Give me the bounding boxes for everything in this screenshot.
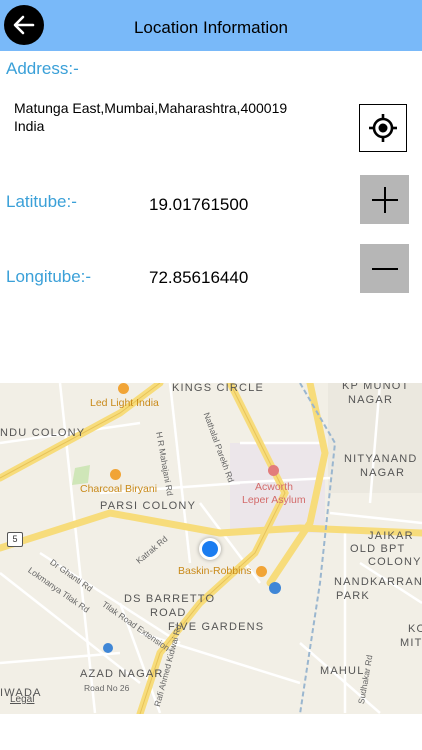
map-area-label: NDU COLONY xyxy=(0,427,86,439)
header-bar: Location Information xyxy=(0,0,422,51)
map-area-label: KINGS CIRCLE xyxy=(172,383,265,394)
map-area-label: JAIKAR xyxy=(368,530,414,542)
current-location-button[interactable] xyxy=(359,104,407,152)
map-area-label: KP MUNOT xyxy=(342,383,410,392)
poi-icon xyxy=(110,469,121,480)
latitude-value: 19.01761500 xyxy=(149,195,249,214)
map-poi-label: Leper Asylum xyxy=(242,494,306,506)
plus-icon xyxy=(371,186,398,213)
map-area-label: AZAD NAGAR xyxy=(80,668,164,680)
map-area-label: NAGAR xyxy=(360,467,406,479)
poi-icon xyxy=(118,383,129,394)
map-road-label: Road No 26 xyxy=(84,683,130,693)
map-area-label: NAGAR xyxy=(348,394,394,406)
map-area-label: KO xyxy=(408,623,422,635)
route-shield: 5 xyxy=(7,532,23,547)
map-area-label: NITYANAND xyxy=(344,453,418,465)
latitude-label: Latitube:- xyxy=(6,192,77,211)
map-area-label: MAHUL xyxy=(320,665,365,677)
poi-icon xyxy=(268,465,279,476)
map-area-label: OLD BPT xyxy=(350,543,406,555)
map-poi-label: Acworth xyxy=(255,481,293,493)
map-area-label: MIT xyxy=(400,637,422,649)
current-location-pin xyxy=(199,538,221,560)
map-area-label: NANDKARRANI xyxy=(334,576,422,588)
minus-icon xyxy=(371,267,398,270)
longitude-label: Longitube:- xyxy=(6,267,92,286)
zoom-in-button[interactable] xyxy=(360,175,409,224)
address-line-2: India xyxy=(14,118,45,134)
map-area-label: PARK xyxy=(336,590,370,602)
legal-link[interactable]: Legal xyxy=(10,694,34,705)
map-poi-label: Baskin-Robbins xyxy=(178,565,252,577)
map-area-label: DS BARRETTO xyxy=(124,593,216,605)
map-poi-label: Led Light India xyxy=(90,397,159,409)
map-area-label: COLONY xyxy=(368,556,422,568)
address-label: Address:- xyxy=(6,59,79,78)
address-value: Matunga East,Mumbai,Maharashtra,400019 I… xyxy=(14,99,334,135)
poi-icon xyxy=(256,566,267,577)
zoom-out-button[interactable] xyxy=(360,244,409,293)
map-area-label: PARSI COLONY xyxy=(100,500,197,512)
address-line-1: Matunga East,Mumbai,Maharashtra,400019 xyxy=(14,100,288,116)
map-view[interactable]: KINGS CIRCLE KP MUNOT NAGAR NDU COLONY N… xyxy=(0,383,422,714)
page-title: Location Information xyxy=(133,18,289,37)
longitude-value: 72.85616440 xyxy=(149,268,249,287)
crosshair-icon xyxy=(369,114,397,142)
map-poi-label: Charcoal Biryani xyxy=(80,483,158,495)
map-area-label: ROAD xyxy=(150,607,187,619)
